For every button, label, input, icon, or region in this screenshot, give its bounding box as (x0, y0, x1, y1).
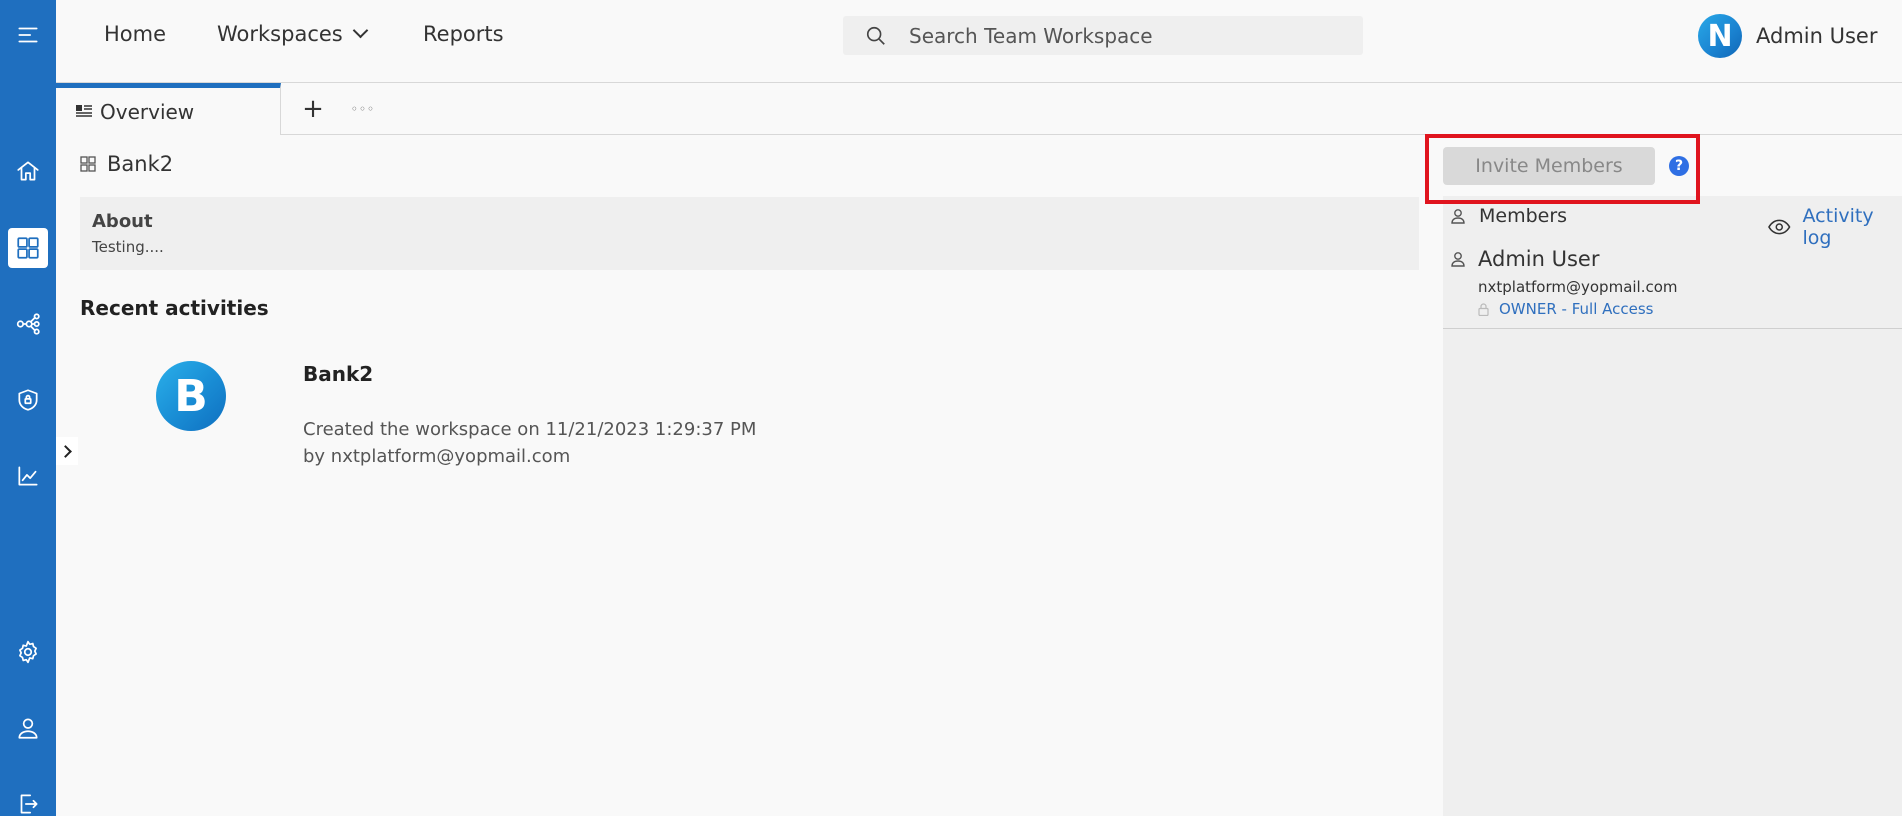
workspaces-icon[interactable] (8, 228, 48, 268)
user-icon[interactable] (8, 708, 48, 748)
search-box[interactable] (843, 16, 1363, 55)
analytics-icon[interactable] (8, 456, 48, 496)
search-icon (866, 26, 885, 45)
workspace-icon (80, 156, 96, 172)
home-icon[interactable] (8, 151, 48, 191)
activity-description: Created the workspace on 11/21/2023 1:29… (303, 416, 756, 470)
eye-icon (1768, 219, 1791, 235)
tab-bar: Overview + ◦◦◦ (56, 83, 1902, 135)
more-options-button[interactable]: ◦◦◦ (346, 93, 380, 125)
lock-icon (1478, 302, 1489, 316)
person-icon (1451, 209, 1465, 224)
user-name: Admin User (1756, 24, 1878, 48)
highlight-box (1425, 134, 1700, 204)
chevron-down-icon (352, 22, 369, 39)
logout-icon[interactable] (8, 784, 48, 816)
sidebar (0, 0, 56, 816)
overview-icon (76, 104, 92, 117)
chevron-right-icon (58, 444, 72, 458)
member-role-label: OWNER - Full Access (1499, 300, 1654, 318)
member-email: nxtplatform@yopmail.com (1478, 278, 1678, 296)
nav-workspaces-label: Workspaces (217, 22, 343, 46)
members-title: Members (1479, 205, 1568, 227)
activity-workspace-logo: B (156, 361, 226, 431)
shield-icon[interactable] (8, 380, 48, 420)
member-row[interactable]: Admin User nxtplatform@yopmail.com OWNER… (1443, 243, 1902, 329)
tab-overview[interactable]: Overview (56, 83, 281, 135)
avatar: N (1698, 14, 1742, 58)
expand-sidebar-toggle[interactable] (56, 437, 78, 465)
about-section: About Testing.... (80, 197, 1419, 270)
member-role: OWNER - Full Access (1478, 300, 1653, 318)
about-title: About (92, 211, 153, 232)
activity-workspace-name: Bank2 (303, 362, 374, 386)
add-tab-button[interactable]: + (296, 93, 330, 125)
menu-icon[interactable] (8, 15, 48, 55)
members-header: Members (1450, 205, 1567, 227)
network-icon[interactable] (8, 304, 48, 344)
top-navigation-bar: Home Workspaces Reports N Admin User (56, 0, 1902, 83)
search-input[interactable] (909, 16, 1349, 55)
tab-overview-label: Overview (100, 99, 195, 124)
workspace-title: Bank2 (80, 152, 173, 176)
gear-icon[interactable] (8, 632, 48, 672)
nav-home[interactable]: Home (104, 22, 166, 46)
activity-description-line: Created the workspace on 11/21/2023 1:29… (303, 419, 757, 440)
nav-reports[interactable]: Reports (423, 22, 504, 46)
person-icon (1451, 252, 1465, 267)
user-menu[interactable]: N Admin User (1698, 13, 1877, 59)
workspace-name: Bank2 (107, 152, 174, 176)
member-name: Admin User (1478, 247, 1600, 271)
nav-workspaces[interactable]: Workspaces (217, 22, 369, 46)
about-text: Testing.... (92, 238, 164, 256)
activity-description-line: by nxtplatform@yopmail.com (303, 446, 571, 467)
recent-activities-title: Recent activities (80, 296, 269, 320)
